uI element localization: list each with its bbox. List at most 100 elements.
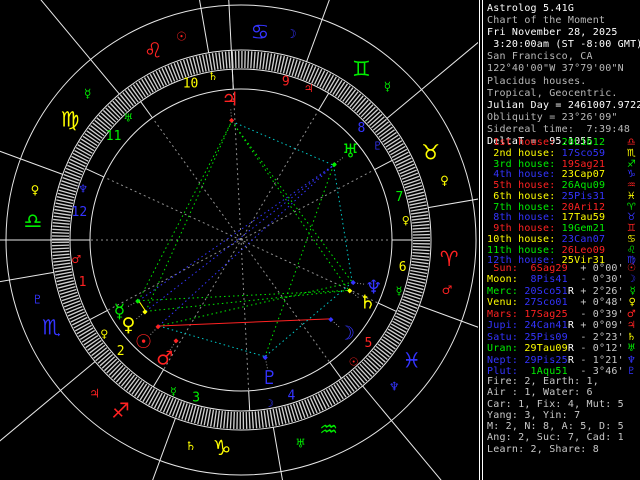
- planet-icon: ♃: [626, 320, 636, 332]
- sign-ruler-icon: ☉: [176, 30, 187, 44]
- house-ring-divider: [329, 361, 342, 379]
- planet-row: Jupi: 24Can41 R + 0°09' ♃: [487, 320, 640, 331]
- house-cusp-value: 19Sag21: [561, 158, 606, 170]
- planet-icon: ♂: [156, 348, 173, 370]
- stat-line: Fire: 2, Earth: 1,: [487, 376, 599, 387]
- aspect-line-sextile: [231, 120, 334, 166]
- aspect-line-trine: [145, 289, 349, 312]
- house-cusp-value: 19Gem21: [561, 223, 606, 234]
- house-cusp-value: 26Aqu09: [561, 180, 606, 191]
- sign-ruler-icon: ♀: [440, 173, 449, 187]
- aspect-line-trine: [231, 121, 353, 283]
- zodiac-sign-icon: ♊: [352, 57, 371, 81]
- planet-row: Mars: 17Sag25 - 0°39' ♂: [487, 309, 640, 320]
- house-number: 6: [399, 260, 407, 275]
- planet-position-value: 29Pis25: [524, 354, 568, 366]
- aspect-line-sextile: [333, 165, 353, 283]
- zodiac-sign-icon: ♒: [319, 418, 338, 442]
- house-number: 8: [357, 121, 365, 136]
- sign-ruler-icon: ♅: [295, 436, 306, 450]
- planet-pointer-line: [135, 312, 145, 320]
- house-number: 1: [79, 275, 87, 290]
- sign-ruler-icon: ♃: [89, 386, 100, 400]
- house-row: 5th house: 26Aqu09 ♒: [487, 180, 640, 191]
- stat-line: Learn: 2, Share: 8: [487, 443, 599, 455]
- element-statistics-block: Fire: 2, Earth: 1, Air : 1, Water: 6 Car: …: [487, 376, 640, 455]
- planet-degree-dot: [155, 324, 161, 330]
- planet-latitude-value: - 0°12': [574, 343, 624, 355]
- planet-row: Uran: 29Tau09 R - 0°12' ♅: [487, 343, 640, 354]
- stat-line: Car: 1, Fix: 4, Mut: 5: [487, 398, 624, 410]
- house-row: 9th house: 19Gem21 ♊: [487, 223, 640, 234]
- aspect-line-opposition: [138, 164, 334, 302]
- planet-label: Satu:: [487, 331, 525, 343]
- house-ruler-icon: ☿: [396, 284, 403, 297]
- zodiac-sign-icon: ♏: [42, 316, 61, 340]
- zodiac-sign-icon: ♊: [626, 223, 636, 234]
- house-ruler-icon: ♀: [100, 328, 108, 341]
- planet-icon: ♆: [365, 276, 382, 298]
- stat-line: Ang: 2, Suc: 7, Cad: 1: [487, 432, 624, 444]
- planet-icon: ♀: [628, 297, 636, 309]
- house-row: 1st house: 20Lib12 ♎: [487, 137, 640, 148]
- zodiac-sign-icon: ♉: [421, 140, 440, 164]
- header-line: 3:20:00am (ST -8:00 GMT): [487, 39, 640, 51]
- planet-label: Nept:: [487, 354, 525, 366]
- planet-icon: ♅: [626, 343, 636, 355]
- aspect-line-square: [158, 318, 331, 327]
- sign-ruler-icon: ☿: [384, 80, 391, 94]
- house-label: 4th house:: [487, 169, 562, 181]
- house-row: 10th house: 23Can07 ♋: [487, 234, 640, 245]
- house-cusp-value: 26Leo09: [561, 244, 606, 256]
- zodiac-sign-icon: ♋: [626, 233, 636, 245]
- app-title: Astrolog 5.41G: [487, 3, 575, 14]
- house-ring-divider: [374, 159, 393, 171]
- header-line: Placidus houses.: [487, 75, 587, 87]
- house-row: 2nd house: 17Sco59 ♏: [487, 148, 640, 159]
- planet-icon: ☉: [135, 331, 152, 353]
- house-ruler-icon: ♃: [304, 82, 314, 95]
- house-cusp-value: 17Tau59: [561, 212, 606, 224]
- house-ruler-icon: ♅: [123, 112, 133, 125]
- sign-boundary-line: [0, 361, 96, 442]
- sign-ruler-icon: ♀: [31, 183, 40, 197]
- planet-row: Venu: 27Sco01 + 0°48' ♀: [487, 297, 640, 308]
- house-label: 8th house:: [487, 212, 562, 224]
- house-number: 5: [364, 336, 372, 351]
- sign-ruler-icon: ♂: [442, 283, 453, 297]
- planet-label: Sun:: [487, 263, 525, 274]
- planet-row: Sun: 6Sag29 + 0°00' ☉: [487, 263, 640, 274]
- aspect-line-trine: [145, 121, 233, 312]
- sign-ruler-icon: ♄: [185, 439, 196, 453]
- header-line: Julian Day = 2461007.9722: [487, 99, 640, 111]
- planet-label: Venu:: [487, 297, 525, 309]
- sign-boundary-line: [386, 41, 478, 119]
- header-line: Chart of the Moment: [487, 15, 606, 27]
- house-label: 9th house:: [487, 223, 562, 234]
- header-line: San Francisco, CA: [487, 51, 593, 63]
- planet-row: Merc: 20Sco51 R + 2°26' ☿: [487, 286, 640, 297]
- sign-boundary-line: [0, 271, 54, 283]
- house-cusp-value: 20Ari12: [561, 201, 606, 213]
- zodiac-sign-icon: ♐: [626, 158, 636, 170]
- planet-icon: ♃: [221, 88, 238, 110]
- planet-latitude-value: + 2°26': [574, 285, 624, 297]
- planet-icon: ♄: [626, 331, 636, 343]
- zodiac-sign-icon: ♈: [440, 247, 459, 271]
- chart-header-block: Astrolog 5.41G Chart of the Moment Fri Nov…: [487, 3, 640, 148]
- house-cusp-value: 23Cap07: [561, 169, 606, 181]
- zodiac-sign-icon: ♓: [626, 190, 636, 202]
- house-ring-divider: [140, 101, 153, 119]
- planet-degree-dot: [229, 117, 235, 123]
- house-number: 2: [117, 344, 125, 359]
- house-label: 5th house:: [487, 180, 562, 191]
- chart-info-panel: Astrolog 5.41G Chart of the Moment Fri Nov…: [487, 0, 640, 480]
- planet-position-value: 25Pis09: [524, 331, 568, 343]
- planet-icon: ☿: [629, 285, 636, 297]
- house-label: 3rd house:: [487, 158, 562, 170]
- planet-pointer-line: [126, 301, 138, 308]
- header-line: 122°40'00"W 37°79'00"N: [487, 63, 624, 75]
- house-row: 7th house: 20Ari12 ♈: [487, 202, 640, 213]
- planet-label: Jupi:: [487, 320, 525, 332]
- house-ruler-icon: ♀: [402, 214, 410, 227]
